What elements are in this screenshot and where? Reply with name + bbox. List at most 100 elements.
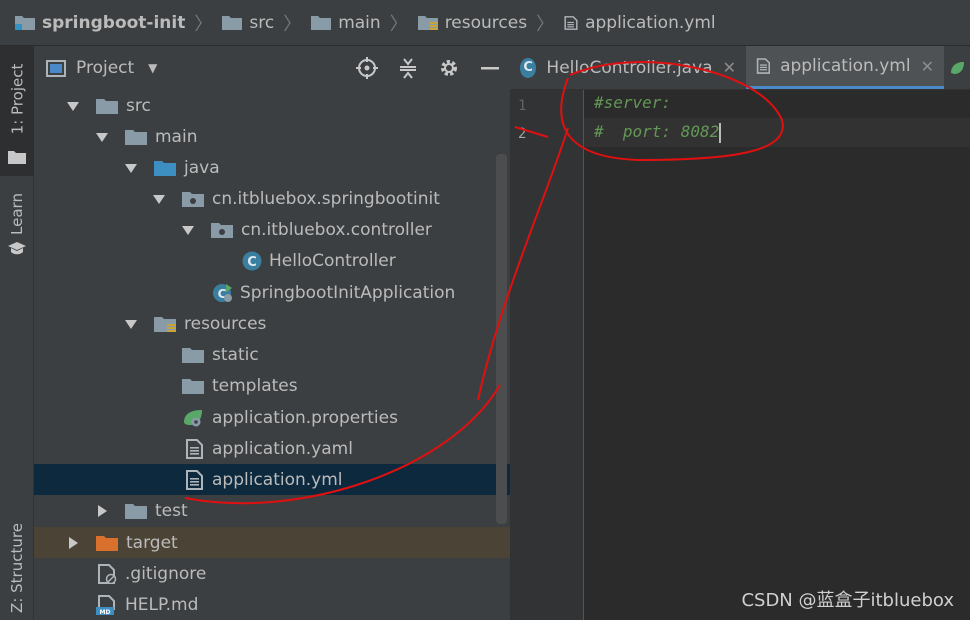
tree-label: application.properties: [212, 407, 398, 428]
tree-label: application.yml: [212, 469, 343, 490]
project-panel-header: Project ▼: [34, 46, 510, 90]
ignore-file-icon: [98, 563, 117, 584]
learn-tool-label: Learn: [8, 193, 26, 235]
svg-text:MD: MD: [100, 609, 111, 615]
graduation-cap-icon: [8, 242, 26, 255]
breadcrumb-item-file[interactable]: application.yml: [563, 13, 716, 33]
tree-scrollbar[interactable]: [496, 154, 507, 524]
spring-properties-icon: [184, 409, 202, 426]
collapsed-arrow-icon[interactable]: [66, 536, 80, 550]
tree-label: cn.itbluebox.controller: [241, 219, 432, 240]
tree-row-package-springbootinit[interactable]: cn.itbluebox.springbootinit: [34, 183, 510, 214]
chevron-down-icon[interactable]: ▼: [148, 61, 157, 75]
tab-label: HelloController.java: [546, 57, 713, 78]
tree-row-resources[interactable]: resources: [34, 308, 510, 339]
class-icon: C: [520, 57, 537, 78]
tree-row-src[interactable]: src: [34, 90, 510, 121]
folder-icon: [311, 16, 332, 30]
collapsed-arrow-icon[interactable]: [95, 504, 109, 518]
close-icon[interactable]: ✕: [723, 58, 736, 77]
code-line-2: # port: 8082: [594, 122, 722, 143]
tree-row-help-md[interactable]: MD HELP.md: [34, 589, 510, 620]
expanded-arrow-icon[interactable]: [66, 99, 80, 113]
tree-label: resources: [184, 313, 267, 334]
project-panel: Project ▼ src main java cn.itbluebox.spr…: [34, 46, 510, 620]
tree-label: cn.itbluebox.springbootinit: [212, 188, 440, 209]
expanded-arrow-icon[interactable]: [124, 161, 138, 175]
tree-label: main: [155, 126, 198, 147]
close-icon[interactable]: ✕: [921, 57, 934, 76]
breadcrumb-item-src[interactable]: src: [221, 13, 274, 33]
folder-icon: [125, 129, 147, 145]
file-icon: [186, 469, 203, 490]
text-cursor: [719, 122, 722, 143]
tree-row-application-properties[interactable]: application.properties: [34, 402, 510, 433]
tree-label: .gitignore: [125, 563, 207, 584]
expanded-arrow-icon[interactable]: [124, 317, 138, 331]
tab-hello-controller[interactable]: C HelloController.java ✕: [510, 46, 746, 89]
line-number: 2: [518, 126, 527, 142]
package-icon: [211, 222, 233, 238]
structure-tool-label: Z: Structure: [8, 523, 27, 613]
tree-label: HELP.md: [125, 594, 199, 615]
tree-row-gitignore[interactable]: .gitignore: [34, 558, 510, 589]
project-view-selector[interactable]: Project: [76, 58, 134, 78]
markdown-file-icon: MD: [96, 594, 115, 615]
breadcrumb-label: main: [338, 12, 381, 33]
tree-row-test[interactable]: test: [34, 495, 510, 526]
project-view-icon: [46, 59, 66, 77]
minimize-icon[interactable]: [480, 57, 500, 79]
gear-icon[interactable]: [438, 57, 460, 79]
class-icon: C: [242, 251, 262, 270]
tab-overflow[interactable]: [944, 46, 970, 89]
folder-icon: [222, 16, 243, 30]
watermark: CSDN @蓝盒子itbluebox: [741, 590, 954, 611]
resources-folder-icon: [417, 16, 438, 30]
expanded-arrow-icon[interactable]: [181, 223, 195, 237]
tree-label: target: [126, 532, 178, 553]
expanded-arrow-icon[interactable]: [95, 130, 109, 144]
project-tool-tab[interactable]: 1: Project: [0, 46, 34, 176]
tree-label: src: [126, 95, 151, 116]
breadcrumb-item-main[interactable]: main: [310, 12, 381, 33]
tree-row-main[interactable]: main: [34, 121, 510, 152]
code-line-1: #server:: [594, 93, 671, 112]
breadcrumb-label: resources: [444, 12, 528, 33]
code-text: #server:: [594, 93, 672, 112]
collapse-all-icon[interactable]: [398, 57, 418, 79]
structure-tool-tab[interactable]: Z: Structure: [0, 516, 34, 620]
tree-row-java[interactable]: java: [34, 152, 510, 183]
spring-leaf-icon: [951, 61, 964, 74]
breadcrumb-label: src: [249, 12, 275, 33]
folder-icon: [96, 98, 118, 114]
code-area[interactable]: #server: # port: 8082: [594, 90, 722, 166]
file-icon: [564, 15, 578, 30]
tree-row-application-yaml[interactable]: application.yaml: [34, 433, 510, 464]
breadcrumb-label: springboot-init: [42, 12, 186, 33]
editor-tab-bar: C HelloController.java ✕ application.yml…: [510, 46, 970, 90]
locate-target-icon[interactable]: [356, 57, 378, 79]
tree-row-static[interactable]: static: [34, 339, 510, 370]
tree-row-springboot-init-application[interactable]: C SpringbootInitApplication: [34, 277, 510, 308]
svg-text:C: C: [247, 255, 257, 270]
tree-row-target[interactable]: target: [34, 527, 510, 558]
tab-application-yml[interactable]: application.yml ✕: [746, 46, 944, 89]
tab-label: application.yml: [780, 56, 911, 76]
folder-icon: [8, 151, 26, 164]
code-text: # port: 8082: [594, 122, 720, 141]
expanded-arrow-icon[interactable]: [152, 192, 166, 206]
chevron-right-icon: 〉: [194, 13, 213, 35]
editor-area: C HelloController.java ✕ application.yml…: [510, 46, 970, 620]
tree-row-hello-controller[interactable]: C HelloController: [34, 245, 510, 276]
tree-label: static: [212, 344, 259, 365]
chevron-right-icon: 〉: [389, 13, 408, 35]
breadcrumb: springboot-init 〉 src 〉 main 〉 resources…: [0, 0, 970, 46]
left-tool-stripe: 1: Project Learn Z: Structure: [0, 46, 34, 620]
breadcrumb-item-project[interactable]: springboot-init: [14, 13, 185, 33]
learn-tool-tab[interactable]: Learn: [0, 186, 34, 266]
folder-icon: [182, 378, 204, 394]
breadcrumb-item-resources[interactable]: resources: [417, 13, 527, 33]
tree-row-package-controller[interactable]: cn.itbluebox.controller: [34, 214, 510, 245]
tree-row-application-yml[interactable]: application.yml: [34, 464, 510, 495]
tree-row-templates[interactable]: templates: [34, 370, 510, 401]
